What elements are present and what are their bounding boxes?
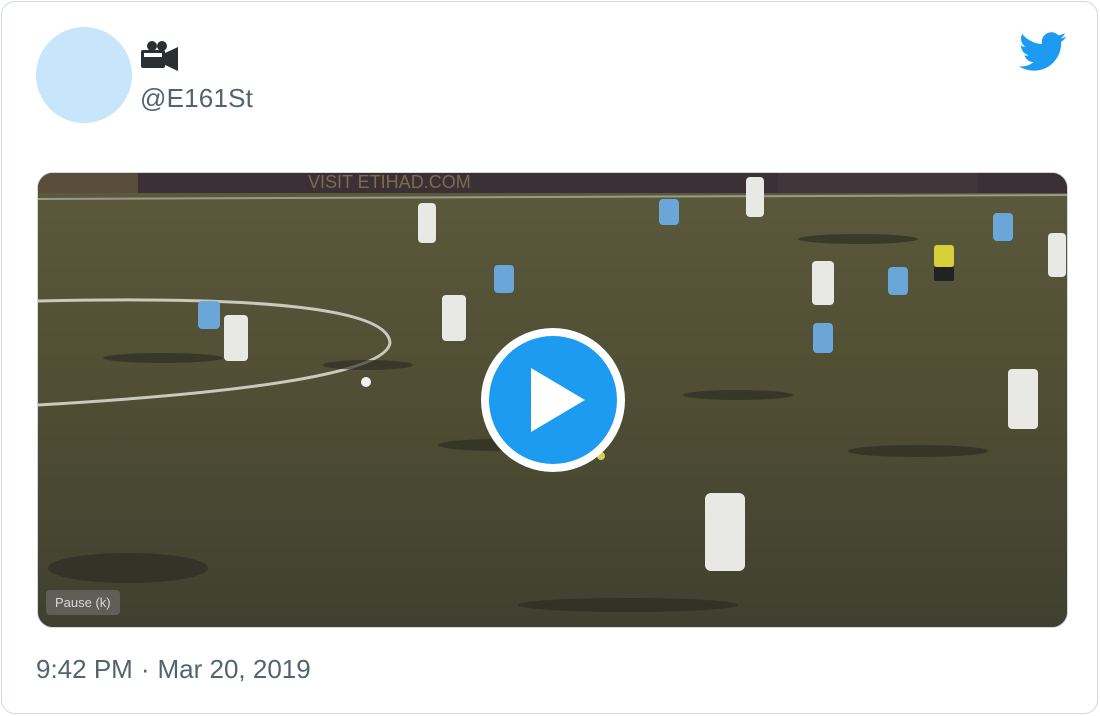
tweet-card[interactable]: @E161St VISIT ETIHAD.COM Pause (k) 9:42 … (1, 1, 1098, 714)
video-camera-icon[interactable] (140, 39, 180, 73)
play-icon (531, 368, 585, 432)
tweet-date: Mar 20, 2019 (157, 654, 311, 684)
twitter-bird-icon[interactable] (1019, 32, 1067, 72)
pause-label[interactable]: Pause (k) (46, 590, 120, 615)
tweet-media-video[interactable]: VISIT ETIHAD.COM Pause (k) (37, 172, 1068, 628)
timestamp-separator: · (140, 654, 150, 684)
svg-text:VISIT ETIHAD.COM: VISIT ETIHAD.COM (308, 173, 471, 192)
tweet-time: 9:42 PM (36, 654, 133, 684)
play-button[interactable] (481, 328, 625, 472)
avatar[interactable] (36, 27, 132, 123)
user-handle[interactable]: @E161St (140, 83, 253, 114)
tweet-timestamp[interactable]: 9:42 PM · Mar 20, 2019 (36, 654, 311, 685)
